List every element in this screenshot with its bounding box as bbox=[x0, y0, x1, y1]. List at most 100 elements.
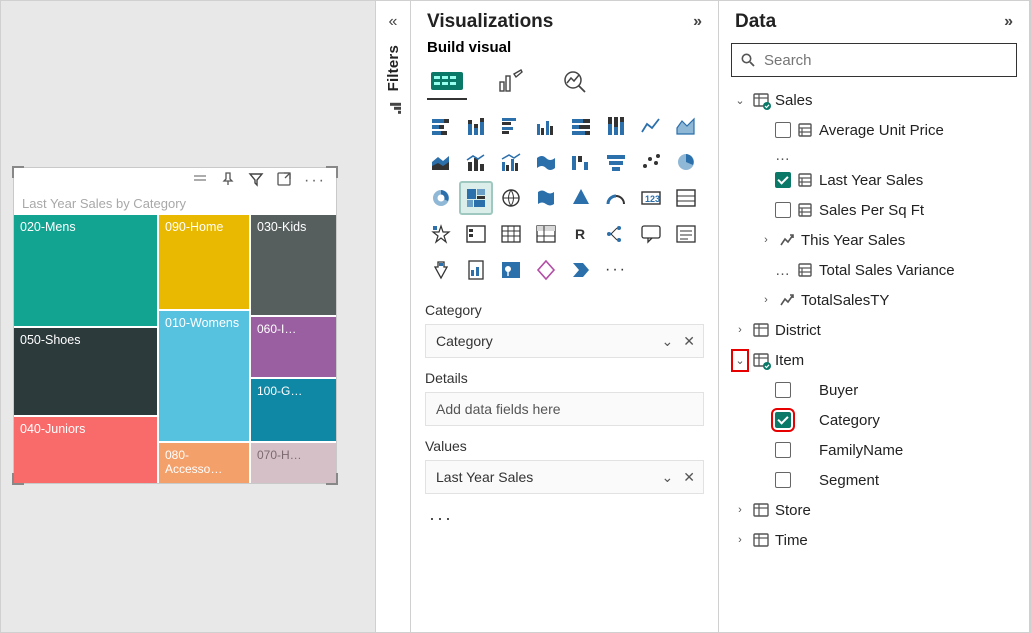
viz-paginated-report[interactable] bbox=[460, 254, 492, 286]
table-district[interactable]: › District bbox=[729, 315, 1021, 345]
filter-icon[interactable] bbox=[248, 171, 264, 192]
viz-map[interactable] bbox=[495, 182, 527, 214]
field-buyer[interactable]: Buyer bbox=[729, 375, 1021, 405]
caret-down-icon[interactable]: ⌄ bbox=[733, 351, 747, 370]
viz-funnel[interactable] bbox=[600, 146, 632, 178]
viz-clustered-column[interactable] bbox=[530, 110, 562, 142]
viz-qa[interactable] bbox=[635, 218, 667, 250]
caret-right-icon[interactable]: › bbox=[733, 504, 747, 516]
table-item[interactable]: ⌄ Item bbox=[729, 345, 1021, 375]
viz-gauge[interactable] bbox=[600, 182, 632, 214]
viz-decomposition-tree[interactable] bbox=[600, 218, 632, 250]
viz-clustered-bar[interactable] bbox=[495, 110, 527, 142]
measure-this-year-sales[interactable]: › This Year Sales bbox=[729, 225, 1021, 255]
collapse-icon[interactable]: « bbox=[389, 13, 398, 31]
tab-build-visual[interactable] bbox=[427, 64, 467, 100]
viz-stacked-bar[interactable] bbox=[425, 110, 457, 142]
viz-r-visual[interactable]: R bbox=[565, 218, 597, 250]
caret-right-icon[interactable]: › bbox=[733, 324, 747, 336]
field-total-sales-variance[interactable]: … Total Sales Variance bbox=[729, 255, 1021, 285]
viz-more-icon[interactable]: ··· bbox=[411, 502, 718, 535]
viz-table[interactable] bbox=[495, 218, 527, 250]
caret-right-icon[interactable]: › bbox=[759, 294, 773, 306]
field-familyname[interactable]: FamilyName bbox=[729, 435, 1021, 465]
viz-key-influencers[interactable] bbox=[425, 254, 457, 286]
well-values[interactable]: Last Year Sales ⌄✕ bbox=[425, 460, 704, 494]
field-last-year-sales[interactable]: Last Year Sales bbox=[729, 165, 1021, 195]
viz-donut[interactable] bbox=[425, 182, 457, 214]
viz-slicer[interactable] bbox=[460, 218, 492, 250]
viz-card[interactable]: 123 bbox=[635, 182, 667, 214]
checkbox[interactable] bbox=[775, 442, 791, 458]
expand-icon[interactable]: » bbox=[1004, 13, 1013, 31]
viz-matrix[interactable] bbox=[530, 218, 562, 250]
report-canvas[interactable]: ··· Last Year Sales by Category 020-Mens… bbox=[1, 1, 375, 632]
viz-pie[interactable] bbox=[670, 146, 702, 178]
table-sales[interactable]: ⌄ Sales bbox=[729, 85, 1021, 115]
viz-multi-row-card[interactable] bbox=[670, 182, 702, 214]
cell-juniors[interactable]: 040-Juniors bbox=[14, 417, 157, 483]
caret-right-icon[interactable]: › bbox=[759, 234, 773, 246]
viz-waterfall[interactable] bbox=[565, 146, 597, 178]
cell-shoes[interactable]: 050-Shoes bbox=[14, 328, 157, 415]
tab-format-visual[interactable] bbox=[491, 64, 531, 100]
viz-line[interactable] bbox=[635, 110, 667, 142]
viz-100-stacked-column[interactable] bbox=[600, 110, 632, 142]
field-segment[interactable]: Segment bbox=[729, 465, 1021, 495]
chevron-down-icon[interactable]: ⌄ bbox=[662, 333, 674, 350]
viz-power-apps[interactable] bbox=[530, 254, 562, 286]
ellipsis-more[interactable]: … bbox=[729, 145, 1021, 165]
table-time[interactable]: › Time bbox=[729, 525, 1021, 555]
chevron-down-icon[interactable]: ⌄ bbox=[662, 469, 674, 486]
caret-right-icon[interactable]: › bbox=[733, 534, 747, 546]
checkbox[interactable] bbox=[775, 472, 791, 488]
viz-smart-narrative[interactable] bbox=[670, 218, 702, 250]
ellipsis-icon[interactable]: … bbox=[775, 262, 791, 279]
expand-icon[interactable]: » bbox=[693, 13, 702, 31]
cell-home[interactable]: 090-Home bbox=[159, 215, 249, 309]
cell-hundred[interactable]: 100-G… bbox=[251, 379, 336, 441]
cell-womens[interactable]: 010-Womens bbox=[159, 311, 249, 441]
field-avg-unit-price[interactable]: Average Unit Price bbox=[729, 115, 1021, 145]
field-category[interactable]: Category bbox=[729, 405, 1021, 435]
checkbox[interactable] bbox=[775, 202, 791, 218]
pin-icon[interactable] bbox=[220, 171, 236, 192]
cell-mens[interactable]: 020-Mens bbox=[14, 215, 157, 326]
well-category[interactable]: Category ⌄✕ bbox=[425, 324, 704, 358]
remove-field-icon[interactable]: ✕ bbox=[683, 469, 695, 486]
checkbox-checked[interactable] bbox=[775, 412, 791, 428]
viz-power-automate[interactable] bbox=[565, 254, 597, 286]
table-store[interactable]: › Store bbox=[729, 495, 1021, 525]
viz-100-stacked-bar[interactable] bbox=[565, 110, 597, 142]
measure-totalsalesTY[interactable]: › TotalSalesTY bbox=[729, 285, 1021, 315]
focus-mode-icon[interactable] bbox=[276, 171, 292, 192]
search-input[interactable] bbox=[762, 51, 1008, 70]
tab-analytics[interactable] bbox=[555, 64, 595, 100]
treemap-visual[interactable]: ··· Last Year Sales by Category 020-Mens… bbox=[13, 167, 337, 484]
viz-scatter[interactable] bbox=[635, 146, 667, 178]
well-details[interactable]: Add data fields here bbox=[425, 392, 704, 426]
field-sales-per-sqft[interactable]: Sales Per Sq Ft bbox=[729, 195, 1021, 225]
viz-arcgis[interactable] bbox=[495, 254, 527, 286]
viz-line-stacked-column[interactable] bbox=[460, 146, 492, 178]
viz-area[interactable] bbox=[670, 110, 702, 142]
checkbox[interactable] bbox=[775, 382, 791, 398]
filters-pane-collapsed[interactable]: « Filters bbox=[375, 1, 411, 632]
viz-ribbon[interactable] bbox=[530, 146, 562, 178]
caret-down-icon[interactable]: ⌄ bbox=[733, 94, 747, 107]
viz-stacked-area[interactable] bbox=[425, 146, 457, 178]
viz-azure-map[interactable] bbox=[565, 182, 597, 214]
viz-treemap[interactable] bbox=[460, 182, 492, 214]
more-options-icon[interactable]: ··· bbox=[304, 172, 326, 190]
checkbox[interactable] bbox=[775, 122, 791, 138]
data-search[interactable] bbox=[731, 43, 1017, 77]
viz-get-more[interactable]: ··· bbox=[600, 254, 632, 286]
viz-line-clustered-column[interactable] bbox=[495, 146, 527, 178]
checkbox-checked[interactable] bbox=[775, 172, 791, 188]
viz-stacked-column[interactable] bbox=[460, 110, 492, 142]
drag-handle-icon[interactable] bbox=[192, 171, 208, 192]
viz-filled-map[interactable] bbox=[530, 182, 562, 214]
cell-hosiery[interactable]: 070-H… bbox=[251, 443, 336, 483]
remove-field-icon[interactable]: ✕ bbox=[683, 333, 695, 350]
viz-kpi[interactable] bbox=[425, 218, 457, 250]
